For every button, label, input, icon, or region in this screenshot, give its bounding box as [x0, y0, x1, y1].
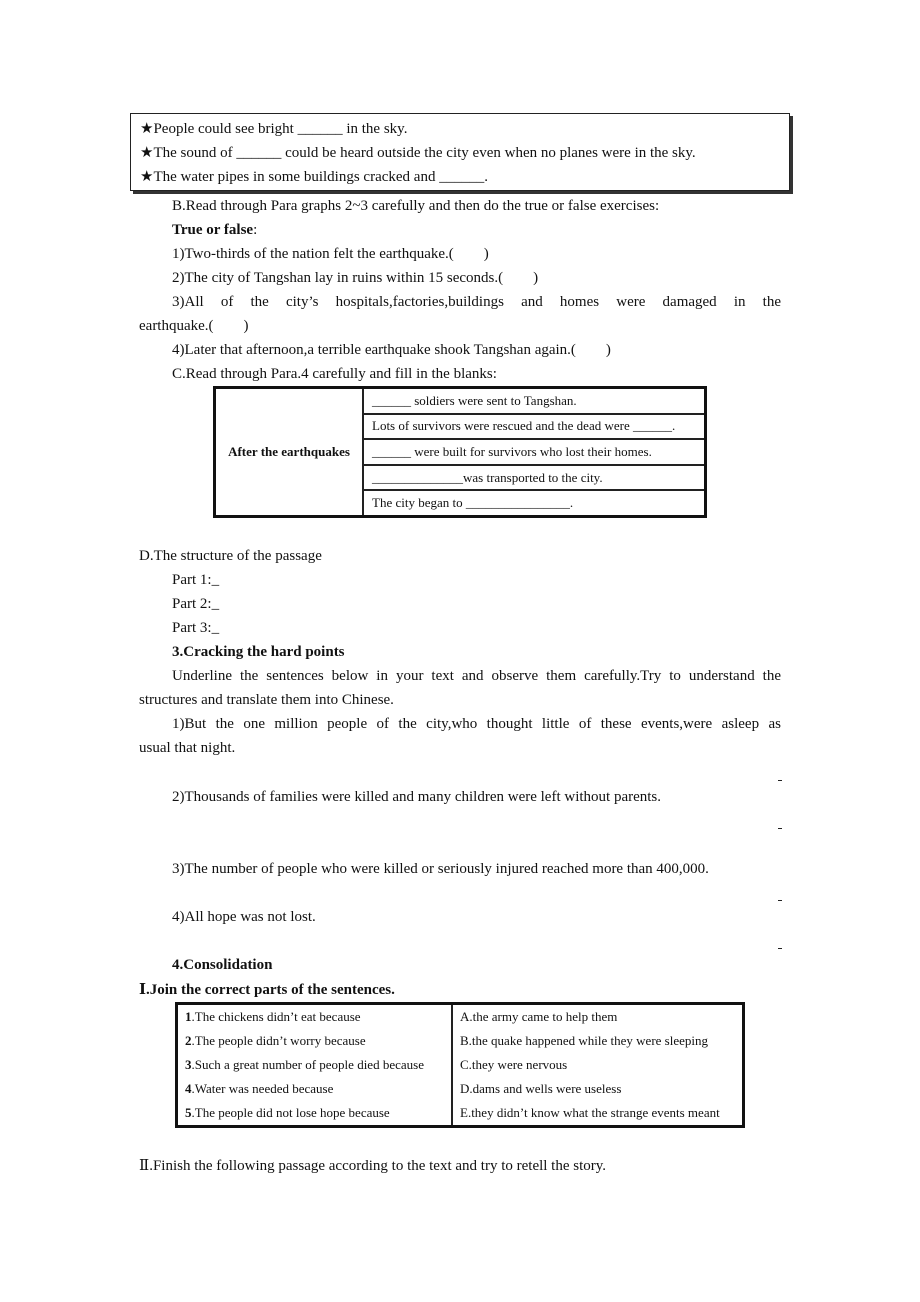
- table-row: After the earthquakes ______ soldiers we…: [213, 386, 707, 518]
- table-cell: The city began to ________________.: [362, 489, 707, 518]
- tf-item-3: 3)All of the city’s hospitals,factories,…: [172, 294, 781, 310]
- sentence-4: 4)All hope was not lost.: [172, 909, 316, 925]
- right-part: A.the army came to help them: [460, 1009, 618, 1024]
- sentence-2: 2)Thousands of families were killed and …: [172, 789, 662, 805]
- answer-line: [778, 828, 782, 829]
- sentence-1-cont: usual that night.: [139, 740, 236, 756]
- table-cell: ______________was transported to the cit…: [362, 463, 707, 492]
- section-d-title: D.The structure of the passage: [139, 548, 322, 564]
- section-3-title: 3.Cracking the hard points: [172, 644, 345, 660]
- section-3-instruction-cont: structures and translate them into Chine…: [139, 692, 394, 708]
- star-icon: ★: [140, 169, 154, 185]
- left-part: 3.Such a great number of people died bec…: [176, 1053, 453, 1077]
- table-row: 1.The chickens didn’t eat because A.the …: [176, 1003, 744, 1029]
- table-row: 3.Such a great number of people died bec…: [176, 1053, 744, 1077]
- left-part: 1.The chickens didn’t eat because: [176, 1003, 453, 1029]
- table-row: 5.The people did not lose hope because E…: [176, 1101, 744, 1127]
- clue-line: ★The water pipes in some buildings crack…: [140, 169, 488, 185]
- section-4-title: 4.Consolidation: [172, 957, 273, 973]
- left-part: 5.The people did not lose hope because: [176, 1101, 453, 1127]
- part-1: Part 1:_: [172, 572, 220, 588]
- clue-line: ★The sound of ______ could be heard outs…: [140, 145, 696, 161]
- tf-item-2: 2)The city of Tangshan lay in ruins with…: [172, 270, 539, 286]
- join-title: Ⅰ.Join the correct parts of the sentence…: [139, 982, 395, 998]
- answer-line: [778, 780, 782, 781]
- part-2: Part 2:_: [172, 596, 220, 612]
- section-b-instruction: B.Read through Para graphs 2~3 carefully…: [172, 198, 660, 214]
- tf-item-4: 4)Later that afternoon,a terrible earthq…: [172, 342, 611, 358]
- right-part: C.they were nervous: [460, 1057, 568, 1072]
- table-cell: ______ soldiers were sent to Tangshan.: [362, 386, 707, 415]
- retell-instruction: Ⅱ.Finish the following passage according…: [139, 1158, 607, 1174]
- right-part: B.the quake happened while they were sle…: [460, 1033, 708, 1048]
- sentence-1: 1)But the one million people of the city…: [172, 716, 781, 732]
- sentence-3: 3)The number of people who were killed o…: [172, 861, 709, 877]
- tf-item-3-cont: earthquake.( ): [139, 318, 249, 334]
- clue-line: ★People could see bright ______ in the s…: [140, 121, 408, 137]
- fill-blanks-table: After the earthquakes ______ soldiers we…: [213, 386, 707, 518]
- section-3-instruction: Underline the sentences below in your te…: [172, 668, 781, 684]
- table-row: 2.The people didn’t worry because B.the …: [176, 1029, 744, 1053]
- part-3: Part 3:_: [172, 620, 220, 636]
- table-cell: Lots of survivors were rescued and the d…: [362, 412, 707, 441]
- section-c-instruction: C.Read through Para.4 carefully and fill…: [172, 366, 497, 382]
- table-row: 4.Water was needed because D.dams and we…: [176, 1077, 744, 1101]
- clue-box: ★People could see bright ______ in the s…: [130, 113, 790, 191]
- right-part: D.dams and wells were useless: [460, 1081, 622, 1096]
- star-icon: ★: [140, 121, 154, 137]
- join-table: 1.The chickens didn’t eat because A.the …: [175, 1002, 745, 1128]
- table-cell: ______ were built for survivors who lost…: [362, 438, 707, 466]
- star-icon: ★: [140, 145, 154, 161]
- tf-item-1: 1)Two-thirds of the nation felt the eart…: [172, 246, 489, 262]
- left-part: 2.The people didn’t worry because: [176, 1029, 453, 1053]
- row-header: After the earthquakes: [213, 386, 364, 518]
- answer-line: [778, 948, 782, 949]
- left-part: 4.Water was needed because: [176, 1077, 453, 1101]
- right-part: E.they didn’t know what the strange even…: [460, 1105, 720, 1120]
- answer-line: [778, 900, 782, 901]
- true-false-heading: True or false:: [172, 222, 258, 238]
